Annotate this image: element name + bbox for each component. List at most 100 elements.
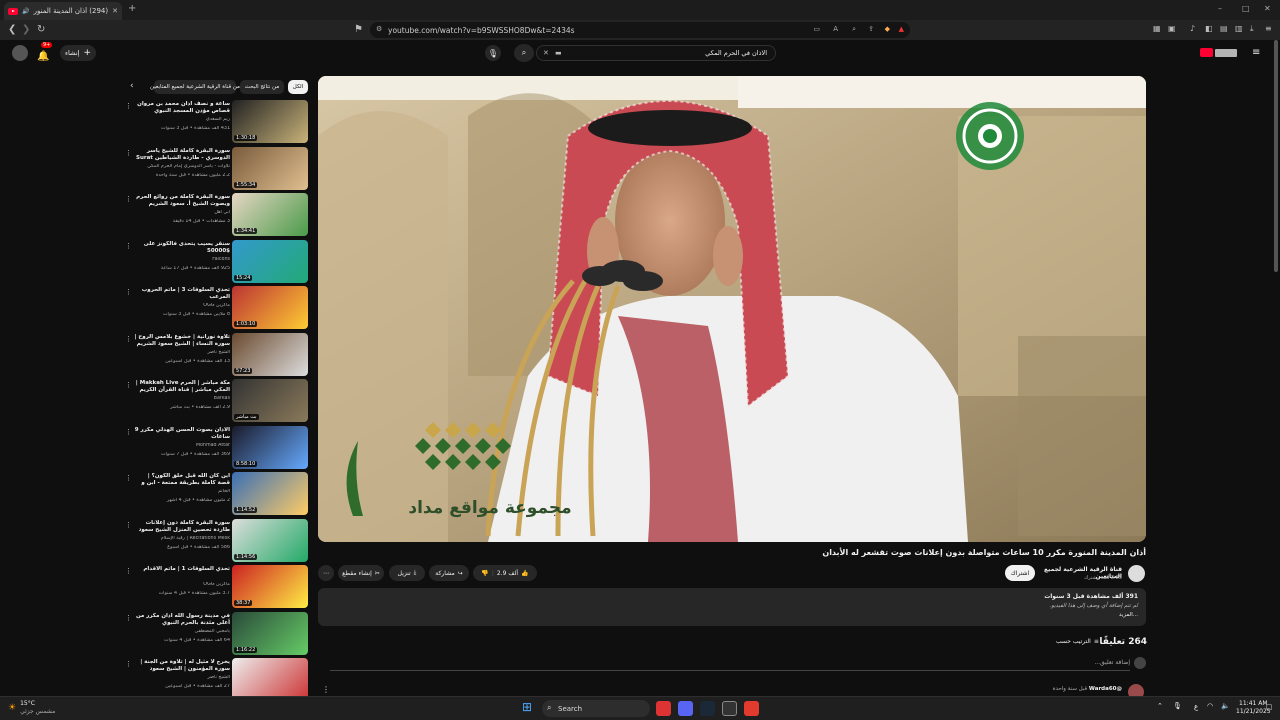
dislike-icon[interactable]: 👎 <box>481 570 488 577</box>
wallet-icon[interactable]: ▤ <box>1220 24 1228 33</box>
recommendation-title[interactable]: مكة مباشر | الحرم Makkah Live | المكي مب… <box>134 380 230 394</box>
more-options-icon[interactable]: ⋮ <box>125 149 132 157</box>
discord-icon[interactable] <box>678 701 693 716</box>
video-thumbnail[interactable]: 15:24 <box>232 239 308 283</box>
menu-icon[interactable]: ≡ <box>1265 24 1272 33</box>
obs-icon[interactable] <box>722 701 737 716</box>
video-thumbnail[interactable]: 1:03:10 <box>232 286 308 329</box>
recommendation-channel[interactable]: Barkas <box>134 396 230 401</box>
video-thumbnail[interactable]: بث مباشر <box>232 379 308 422</box>
more-options-icon[interactable]: ⋮ <box>125 288 132 296</box>
recommendation-item[interactable]: 38:37 تحدي السلوفات 1 | ماتم الأقدام ماكري… <box>125 565 310 609</box>
video-thumbnail[interactable] <box>232 658 308 701</box>
translate-icon[interactable]: A <box>833 25 838 33</box>
comment-menu-icon[interactable]: ⋮ <box>322 685 330 694</box>
recommendation-title[interactable]: سنقر يسيب يتحدى فالكونز على $50000 <box>134 241 230 255</box>
recommendation-channel[interactable]: ماكرين OGG <box>134 582 230 587</box>
recommendation-channel[interactable]: الشيخ ناصر <box>134 675 230 680</box>
avatar[interactable] <box>12 45 28 61</box>
rewards-icon[interactable]: ▲ <box>899 25 904 33</box>
create-button[interactable]: إنشاء + <box>60 45 96 61</box>
close-window-icon[interactable]: ✕ <box>1264 4 1271 13</box>
add-comment-input[interactable]: إضافة تعليق... <box>330 659 1130 671</box>
video-thumbnail[interactable]: 8:58:10 <box>232 425 308 469</box>
recommendation-title[interactable]: سورة البقرة كاملة للشيخ ياسر الدوسري - ط… <box>134 148 230 162</box>
more-options-icon[interactable]: ⋮ <box>125 102 132 110</box>
notifications-button[interactable]: 🔔 9+ <box>37 42 53 63</box>
recommendation-item[interactable]: 1:55:34 سورة البقرة كاملة للشيخ ياسر الدو… <box>125 146 310 191</box>
video-thumbnail[interactable]: 1:34:41 <box>232 193 308 236</box>
microphone-icon[interactable]: 🎙 <box>1173 702 1182 710</box>
more-actions-button[interactable]: ⋯ <box>318 565 334 581</box>
description-box[interactable]: 391 ألف مشاهدة قبل 3 سنوات لم تتم إضافة … <box>318 588 1146 626</box>
site-info-icon[interactable]: ⚙ <box>376 25 382 33</box>
recommendation-title[interactable]: تلاوة نورانية | خشوع بلامس الروح | سورة … <box>134 334 230 348</box>
forward-icon[interactable]: ❯ <box>22 24 30 35</box>
notification-center-icon[interactable]: ▢ <box>1266 703 1273 711</box>
recommendation-title[interactable]: في مدينة رسول الله أذان مكرر من أعلى مئذ… <box>134 613 230 627</box>
music-icon[interactable]: ♪ <box>1190 24 1195 33</box>
recommendation-channel[interactable]: Recitations Mesk | رقية الإسلام <box>134 536 230 541</box>
vpn-icon[interactable]: ▥ <box>1235 24 1243 33</box>
recommendation-title[interactable]: تحدي السلوفات 1 | ماتم الأقدام <box>134 566 230 573</box>
zoom-icon[interactable]: ⌕ <box>852 25 856 34</box>
recommendation-item[interactable]: 15:24 سنقر يسيب يتحدى فالكونز على $50000 F… <box>125 239 310 284</box>
video-thumbnail[interactable]: 1:55:34 <box>232 146 308 190</box>
recommendation-channel[interactable]: الشيخ ناصر <box>134 350 230 355</box>
speaker-icon[interactable]: 🔊 <box>22 8 29 15</box>
recommendation-item[interactable]: 1:03:10 تحدي السلوفات 3 | ماتم الحروب الم… <box>125 286 310 330</box>
share-button[interactable]: مشاركة ↪ <box>429 565 469 581</box>
recommendation-channel[interactable]: أبي أهل <box>134 210 230 215</box>
language-indicator[interactable]: ع <box>1194 703 1198 711</box>
channel-avatar[interactable] <box>1128 565 1145 582</box>
taskbar-search[interactable]: ⌕ Search <box>542 700 650 717</box>
download-icon[interactable]: ⤓ <box>1250 24 1254 34</box>
video-player[interactable]: مجموعة مواقع مداد <box>318 76 1146 542</box>
more-options-icon[interactable]: ⋮ <box>125 614 132 622</box>
recommendation-item[interactable]: 1:14:56 سورة البقرة كاملة دون إعلانات طار… <box>125 518 310 563</box>
recommendation-channel[interactable]: Mohmad Attar <box>134 443 230 448</box>
video-thumbnail[interactable]: 38:37 <box>232 565 308 608</box>
reload-icon[interactable]: ↻ <box>37 24 45 35</box>
sort-comments-button[interactable]: الترتيب حسب ≡ <box>1056 638 1099 645</box>
recommendation-item[interactable]: 1:14:52 أين كان الله قبل خلق الكون؟ | قصة… <box>125 472 310 516</box>
recommendation-channel[interactable]: ريم السعدي <box>134 117 230 122</box>
more-options-icon[interactable]: ⋮ <box>125 335 132 343</box>
guide-menu-icon[interactable]: ≡ <box>1252 47 1260 58</box>
recommendation-title[interactable]: يخرج لا مثيل له | تلاوة من الجنة | سورة … <box>134 659 230 673</box>
recommendation-channel[interactable]: Falcons <box>134 257 230 262</box>
download-button[interactable]: تنزيل ⤓ <box>389 565 425 581</box>
address-bar[interactable]: ⚙ youtube.com/watch?v=b9SWSSHO8Dw&t=2434… <box>370 22 910 38</box>
extension-icon[interactable]: ▣ <box>1168 24 1176 33</box>
recommendation-title[interactable]: أين كان الله قبل خلق الكون؟ | قصة كاملة … <box>134 473 230 487</box>
more-options-icon[interactable]: ⋮ <box>125 381 132 389</box>
recommendation-item[interactable]: 57:23 تلاوة نورانية | خشوع بلامس الروح | … <box>125 332 310 377</box>
recommendation-channel[interactable]: ماكرين OGG <box>134 303 230 308</box>
video-thumbnail[interactable]: 1:30:18 <box>232 100 308 143</box>
recommendation-item[interactable]: 8:58:10 الاذان بصوت الحسن الهدلي مكرر 9 س… <box>125 425 310 470</box>
recommendation-item[interactable]: 1:30:18 ساعة و نصف أذان محمد بن مروان قصا… <box>125 100 310 144</box>
cast-icon[interactable]: ▭ <box>813 25 820 33</box>
voice-search-button[interactable]: 🎙 <box>485 45 501 61</box>
browser-tab[interactable]: 🔊 (294) أذان المدينة المنورة مكرر ✕ <box>4 2 122 20</box>
sidebar-icon[interactable]: ◧ <box>1205 24 1213 33</box>
recommendation-channel[interactable]: يامحبي المصطفى <box>134 629 230 634</box>
video-thumbnail[interactable]: 1:14:56 <box>232 518 308 562</box>
recommendation-title[interactable]: الاذان بصوت الحسن الهدلي مكرر 9 ساعات <box>134 427 230 441</box>
maximize-icon[interactable]: □ <box>1242 4 1250 13</box>
minimize-icon[interactable]: – <box>1218 4 1222 13</box>
chevron-left-icon[interactable]: ‹ <box>130 81 134 91</box>
video-thumbnail[interactable]: 1:16:22 <box>232 611 308 655</box>
clear-search-icon[interactable]: ✕ <box>543 49 549 57</box>
recommendation-title[interactable]: سورة البقرة كاملة من روائع الحرم وبصوت ا… <box>134 194 230 208</box>
page-scrollbar[interactable] <box>1274 40 1278 272</box>
extension-icon[interactable]: ▦ <box>1153 24 1161 33</box>
recommendation-item[interactable]: بث مباشر مكة مباشر | الحرم Makkah Live | … <box>125 379 310 423</box>
recommendation-item[interactable]: 1:16:22 في مدينة رسول الله أذان مكرر من أ… <box>125 611 310 656</box>
search-button[interactable]: ⌕ <box>514 44 534 62</box>
shield-icon[interactable]: ◆ <box>885 25 890 33</box>
bookmark-icon[interactable]: ⚑ <box>354 24 363 35</box>
windows-start-icon[interactable]: ⊞ <box>522 700 532 714</box>
brave-browser-icon[interactable] <box>744 701 759 716</box>
share-page-icon[interactable]: ⇪ <box>868 25 874 33</box>
